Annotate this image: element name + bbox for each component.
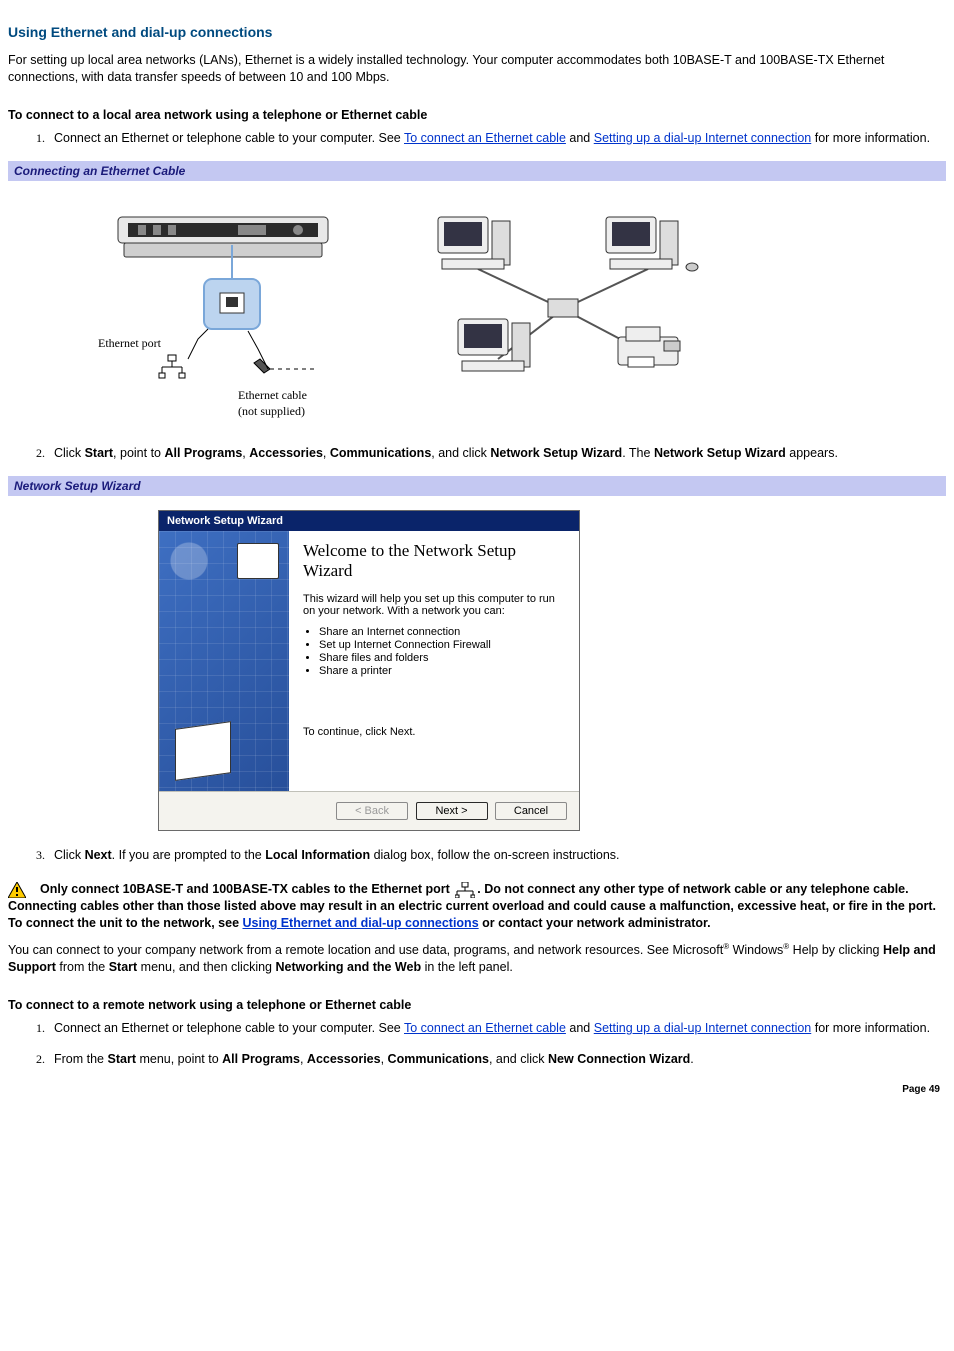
b: Accessories	[307, 1052, 381, 1066]
t: dialog box, follow the on-screen instruc…	[370, 848, 619, 862]
remote-steps-list: Connect an Ethernet or telephone cable t…	[8, 1020, 946, 1068]
warn-text: or contact your network administrator.	[479, 916, 711, 930]
remote-intro-paragraph: You can connect to your company network …	[8, 942, 946, 976]
t: Click	[54, 446, 85, 460]
t: Click	[54, 848, 85, 862]
link-connect-ethernet-2[interactable]: To connect an Ethernet cable	[404, 1021, 566, 1035]
b: Network Setup Wizard	[490, 446, 622, 460]
wizard-main: Welcome to the Network Setup Wizard This…	[289, 531, 579, 791]
wizard-button-row: < Back Next > Cancel	[159, 791, 579, 830]
back-button: < Back	[336, 802, 408, 820]
t: for more information.	[811, 1021, 930, 1035]
remote-step-2: From the Start menu, point to All Progra…	[48, 1051, 946, 1068]
b: Communications	[330, 446, 431, 460]
b: Start	[85, 446, 113, 460]
lan-steps-list-2: Click Start, point to All Programs, Acce…	[8, 445, 946, 462]
link-dialup-setup[interactable]: Setting up a dial-up Internet connection	[594, 131, 812, 145]
page-title: Using Ethernet and dial-up connections	[8, 24, 946, 40]
book-icon	[175, 721, 231, 781]
t: appears.	[786, 446, 838, 460]
t: , point to	[113, 446, 164, 460]
b: Local Information	[265, 848, 370, 862]
t: From the	[54, 1052, 108, 1066]
t: ,	[300, 1052, 307, 1066]
warning-block: Only connect 10BASE-T and 100BASE-TX cab…	[8, 881, 946, 932]
b: New Connection Wizard	[548, 1052, 690, 1066]
b: Networking and the Web	[275, 960, 421, 974]
t-cable2: (not supplied)	[238, 404, 305, 418]
t: .	[690, 1052, 693, 1066]
wizard-heading: Welcome to the Network Setup Wizard	[303, 541, 565, 581]
b: Next	[85, 848, 112, 862]
cancel-button[interactable]: Cancel	[495, 802, 567, 820]
b: Accessories	[249, 446, 323, 460]
warn-text: Only connect 10BASE-T and 100BASE-TX cab…	[40, 882, 453, 896]
lan-step-3: Click Next. If you are prompted to the L…	[48, 847, 946, 864]
wizard-bullet: Share a printer	[319, 665, 565, 677]
t-port: Ethernet port	[98, 336, 162, 350]
b: Network Setup Wizard	[654, 446, 786, 460]
t: in the left panel.	[421, 960, 513, 974]
lan-steps-list: Connect an Ethernet or telephone cable t…	[8, 130, 946, 147]
laptop-ethernet-illustration: Ethernet port Ethernet cable (not suppli…	[98, 199, 368, 429]
wizard-side-graphic	[159, 531, 289, 791]
figure-caption-ethernet: Connecting an Ethernet Cable	[8, 161, 946, 181]
t: and	[566, 1021, 594, 1035]
t: Windows	[729, 943, 783, 957]
step-text: for more information.	[811, 131, 930, 145]
lan-step-1: Connect an Ethernet or telephone cable t…	[48, 130, 946, 147]
step-text: Connect an Ethernet or telephone cable t…	[54, 131, 404, 145]
t: . If you are prompted to the	[112, 848, 266, 862]
t: from the	[56, 960, 109, 974]
t: , and click	[489, 1052, 548, 1066]
t-cable1: Ethernet cable	[238, 388, 307, 402]
b: All Programs	[222, 1052, 300, 1066]
link-using-ethernet-dialup[interactable]: Using Ethernet and dial-up connections	[243, 916, 479, 930]
wizard-desc: This wizard will help you set up this co…	[303, 593, 565, 617]
network-illustration	[408, 199, 718, 399]
next-button[interactable]: Next >	[416, 802, 488, 820]
t: ,	[381, 1052, 388, 1066]
step-text: and	[566, 131, 594, 145]
wizard-body: Welcome to the Network Setup Wizard This…	[159, 531, 579, 791]
figure-ethernet-cable: Ethernet port Ethernet cable (not suppli…	[8, 189, 946, 439]
link-connect-ethernet[interactable]: To connect an Ethernet cable	[404, 131, 566, 145]
wizard-bullet: Set up Internet Connection Firewall	[319, 639, 565, 651]
remote-step-1: Connect an Ethernet or telephone cable t…	[48, 1020, 946, 1037]
intro-paragraph: For setting up local area networks (LANs…	[8, 52, 946, 86]
document-page: Using Ethernet and dial-up connections F…	[0, 0, 954, 1103]
b: All Programs	[164, 446, 242, 460]
wizard-bullet: Share an Internet connection	[319, 626, 565, 638]
t: . The	[622, 446, 654, 460]
subheading-remote: To connect to a remote network using a t…	[8, 998, 946, 1012]
b: Start	[109, 960, 137, 974]
figure-caption-wizard: Network Setup Wizard	[8, 476, 946, 496]
t: You can connect to your company network …	[8, 943, 723, 957]
lan-steps-list-3: Click Next. If you are prompted to the L…	[8, 847, 946, 864]
t: menu, and then clicking	[137, 960, 275, 974]
wizard-titlebar: Network Setup Wizard	[159, 511, 579, 531]
wizard-continue: To continue, click Next.	[303, 686, 565, 738]
t: ,	[323, 446, 330, 460]
wizard-window: Network Setup Wizard Welcome to the Netw…	[158, 510, 580, 831]
b: Communications	[388, 1052, 489, 1066]
b: Start	[108, 1052, 136, 1066]
t: , and click	[431, 446, 490, 460]
warning-icon	[8, 882, 26, 898]
t: Connect an Ethernet or telephone cable t…	[54, 1021, 404, 1035]
wizard-bullet: Share files and folders	[319, 652, 565, 664]
figure-network-wizard: Network Setup Wizard Welcome to the Netw…	[8, 504, 946, 841]
t: Help by clicking	[789, 943, 883, 957]
t: menu, point to	[136, 1052, 222, 1066]
page-number: Page 49	[8, 1082, 946, 1095]
ethernet-port-icon	[455, 882, 475, 898]
subheading-lan: To connect to a local area network using…	[8, 108, 946, 122]
link-dialup-setup-2[interactable]: Setting up a dial-up Internet connection	[594, 1021, 812, 1035]
lan-step-2: Click Start, point to All Programs, Acce…	[48, 445, 946, 462]
monitor-icon	[237, 543, 279, 579]
wizard-bullets: Share an Internet connection Set up Inte…	[319, 625, 565, 678]
